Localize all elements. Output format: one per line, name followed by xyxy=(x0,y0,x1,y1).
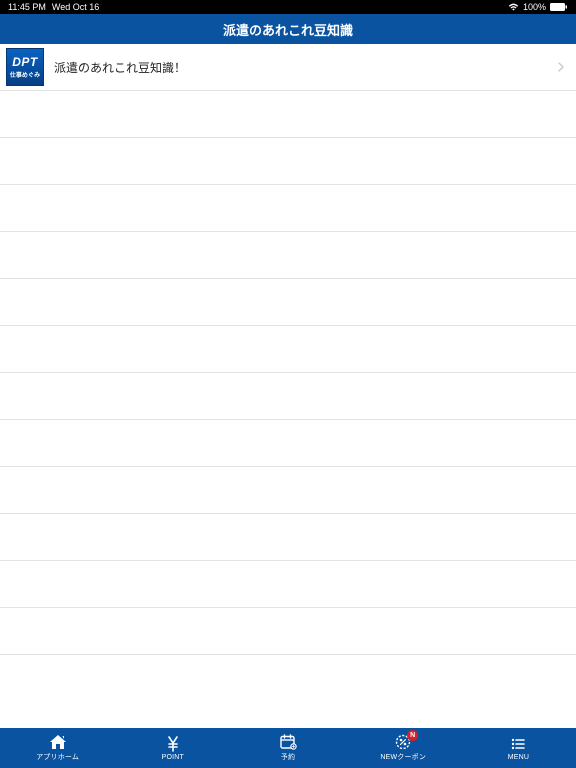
yen-icon xyxy=(164,736,182,752)
list-item-empty xyxy=(0,373,576,420)
list-item-empty xyxy=(0,561,576,608)
tab-reserve-label: 予約 xyxy=(281,752,295,762)
tab-home[interactable]: アプリホーム xyxy=(0,728,115,768)
list-item-empty xyxy=(0,467,576,514)
battery-icon xyxy=(550,3,568,11)
list-item-empty xyxy=(0,514,576,561)
status-date: Wed Oct 16 xyxy=(52,2,99,12)
status-bar: 11:45 PM Wed Oct 16 100% xyxy=(0,0,576,14)
page-header: 派遣のあれこれ豆知識 xyxy=(0,14,576,44)
status-time: 11:45 PM xyxy=(8,2,46,12)
list-item-empty xyxy=(0,232,576,279)
tab-menu[interactable]: MENU xyxy=(461,728,576,768)
menu-icon xyxy=(509,736,527,752)
tab-home-label: アプリホーム xyxy=(36,752,79,762)
tab-reserve[interactable]: 予約 xyxy=(230,728,345,768)
list-item-empty xyxy=(0,91,576,138)
tab-point[interactable]: POINT xyxy=(115,728,230,768)
tab-coupon[interactable]: N NEWクーポン xyxy=(346,728,461,768)
list-item-label: 派遣のあれこれ豆知識！ xyxy=(54,59,556,76)
status-battery: 100% xyxy=(523,2,546,12)
list-item-empty xyxy=(0,326,576,373)
content-list: DPT 仕事めぐみ 派遣のあれこれ豆知識！ xyxy=(0,44,576,728)
page-title: 派遣のあれこれ豆知識 xyxy=(223,20,353,39)
list-item[interactable]: DPT 仕事めぐみ 派遣のあれこれ豆知識！ xyxy=(0,44,576,91)
list-item-empty xyxy=(0,655,576,702)
tab-menu-label: MENU xyxy=(508,754,529,761)
list-item-empty xyxy=(0,138,576,185)
list-item-empty xyxy=(0,185,576,232)
list-item-empty xyxy=(0,608,576,655)
list-item-empty xyxy=(0,279,576,326)
tab-bar: アプリホーム POINT 予約 N NEWクーポン MENU xyxy=(0,728,576,768)
coupon-badge: N xyxy=(407,730,418,741)
calendar-icon xyxy=(279,734,297,750)
tab-point-label: POINT xyxy=(162,754,184,761)
wifi-icon xyxy=(508,3,519,11)
home-icon xyxy=(49,734,67,750)
tab-coupon-label: NEWクーポン xyxy=(380,752,426,762)
app-icon-text-small: 仕事めぐみ xyxy=(10,70,40,79)
list-item-empty xyxy=(0,420,576,467)
app-icon-text-big: DPT xyxy=(12,56,38,68)
app-icon: DPT 仕事めぐみ xyxy=(6,48,44,86)
chevron-right-icon xyxy=(556,62,566,72)
